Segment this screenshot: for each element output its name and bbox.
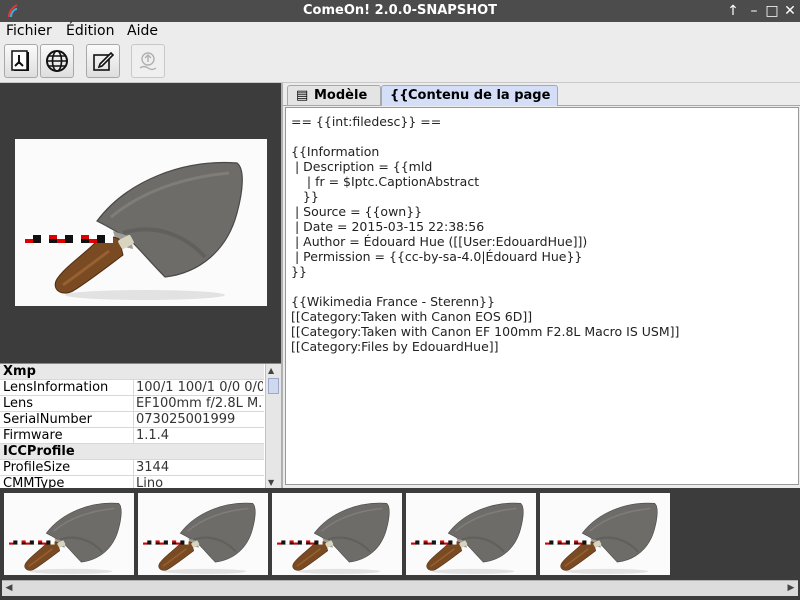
edit-button[interactable]	[86, 44, 120, 78]
metadata-key: LensInformation	[3, 380, 109, 395]
metadata-row[interactable]: Firmware 1.1.4	[0, 428, 264, 444]
left-pane: Xmp LensInformation 100/1 100/1 0/0 0/0 L…	[0, 83, 281, 489]
import-icon	[11, 50, 29, 71]
menu-bar: Fichier Édition Aide	[0, 22, 800, 42]
metadata-row[interactable]: ProfileSize 3144	[0, 460, 264, 476]
metadata-row[interactable]: LensInformation 100/1 100/1 0/0 0/0	[0, 380, 264, 396]
thumbnail-strip: ◀ ▶	[0, 488, 800, 600]
thumbnail-scrollbar[interactable]: ◀ ▶	[2, 580, 798, 596]
metadata-value: 3144	[133, 460, 263, 475]
upload-button[interactable]	[131, 44, 165, 78]
metadata-group-header: Xmp	[0, 364, 264, 380]
maximize-icon[interactable]: □	[764, 3, 780, 19]
image-preview-panel	[0, 83, 281, 363]
thumbnail-image[interactable]	[138, 493, 268, 575]
right-pane: ▤ Modèle {{ Contenu de la page == {{int:…	[281, 83, 800, 488]
metadata-group-header: ICCProfile	[0, 444, 264, 460]
tab-contenu-de-la-page[interactable]: {{ Contenu de la page	[381, 85, 558, 106]
metadata-value: 1.1.4	[133, 428, 263, 443]
menu-aide[interactable]: Aide	[127, 23, 158, 39]
scroll-up-icon[interactable]: ▲	[268, 366, 274, 375]
upload-icon	[139, 52, 157, 71]
page-icon: ▤	[296, 88, 309, 103]
tab-modele[interactable]: ▤ Modèle	[287, 85, 381, 105]
metadata-key: ProfileSize	[3, 460, 71, 475]
minimize-icon[interactable]: –	[746, 3, 762, 19]
metadata-value: 073025001999	[133, 412, 263, 427]
scroll-right-icon[interactable]: ▶	[784, 581, 798, 596]
import-button[interactable]	[4, 44, 38, 78]
tab-label: Contenu de la page	[408, 88, 551, 103]
tab-bar: ▤ Modèle {{ Contenu de la page	[283, 83, 800, 106]
preview-image[interactable]	[15, 139, 267, 306]
globe-icon	[46, 50, 68, 72]
metadata-value: EF100mm f/2.8L M...	[133, 396, 263, 411]
metadata-key: Firmware	[3, 428, 63, 443]
thumbnail-image[interactable]	[272, 493, 402, 575]
braces-icon: {{	[390, 88, 409, 103]
menu-edition[interactable]: Édition	[66, 23, 114, 39]
thumbnail-image[interactable]	[406, 493, 536, 575]
arrow-up-icon[interactable]: ↑	[725, 3, 741, 19]
wikitext-content[interactable]: == {{int:filedesc}} == {{Information | D…	[291, 114, 679, 354]
metadata-key: SerialNumber	[3, 412, 93, 427]
menu-fichier[interactable]: Fichier	[6, 23, 52, 39]
metadata-scrollbar[interactable]: ▲ ▼	[265, 364, 281, 489]
thumbnail-image[interactable]	[4, 493, 134, 575]
metadata-row[interactable]: SerialNumber 073025001999	[0, 412, 264, 428]
metadata-table: Xmp LensInformation 100/1 100/1 0/0 0/0 L…	[0, 364, 264, 489]
edit-icon	[93, 51, 115, 71]
globe-button[interactable]	[40, 44, 74, 78]
metadata-row[interactable]: Lens EF100mm f/2.8L M...	[0, 396, 264, 412]
toolbar	[0, 42, 800, 83]
scrollbar-thumb[interactable]	[268, 378, 279, 394]
scroll-down-icon[interactable]: ▼	[268, 478, 274, 487]
page-content-editor[interactable]: == {{int:filedesc}} == {{Information | D…	[285, 107, 799, 485]
close-icon[interactable]: ✕	[782, 3, 798, 19]
thumbnail-image[interactable]	[540, 493, 670, 575]
metadata-value: 100/1 100/1 0/0 0/0	[133, 380, 263, 395]
title-bar: ComeOn! 2.0.0-SNAPSHOT ↑ – □ ✕	[0, 0, 800, 22]
tab-label: Modèle	[314, 88, 368, 103]
metadata-key: Lens	[3, 396, 34, 411]
scroll-left-icon[interactable]: ◀	[2, 581, 16, 596]
metadata-panel: Xmp LensInformation 100/1 100/1 0/0 0/0 L…	[0, 363, 281, 489]
window-title: ComeOn! 2.0.0-SNAPSHOT	[303, 3, 497, 18]
